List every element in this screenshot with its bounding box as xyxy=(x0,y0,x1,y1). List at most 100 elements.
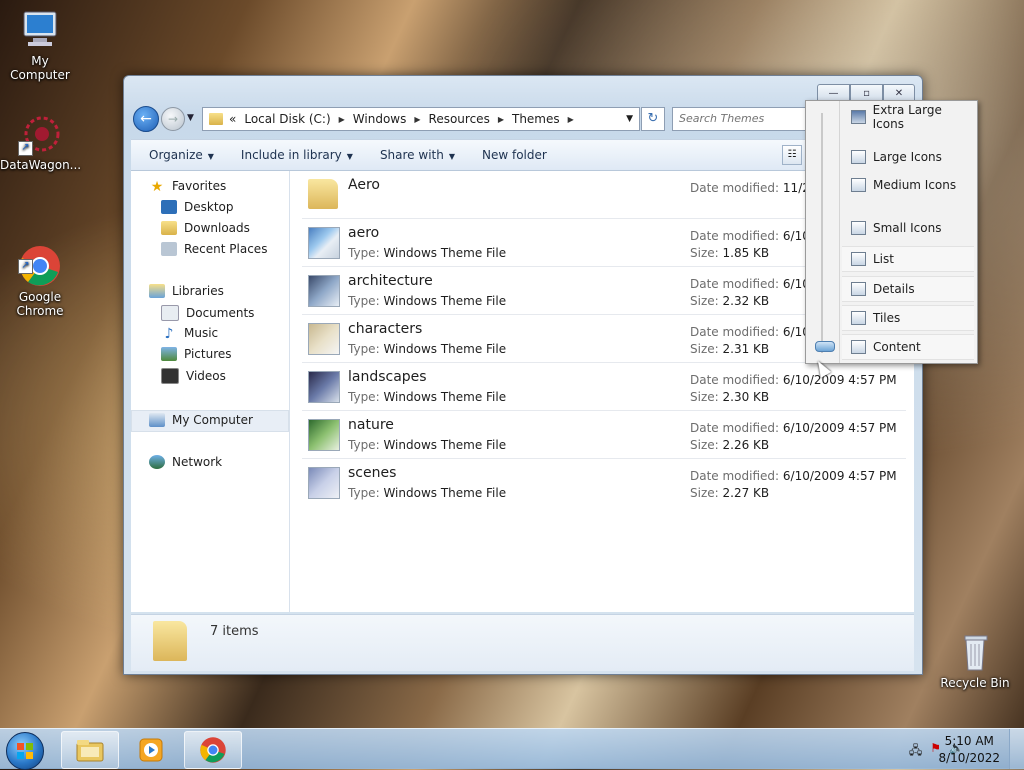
breadcrumb-local-disk[interactable]: Local Disk (C:) xyxy=(244,112,330,126)
breadcrumb-resources[interactable]: Resources xyxy=(429,112,490,126)
back-button[interactable]: ← xyxy=(133,106,159,132)
libraries-icon xyxy=(149,284,165,298)
new-folder-button[interactable]: New folder xyxy=(473,148,556,162)
file-size: Size: 2.26 KB xyxy=(690,438,769,452)
nav-music[interactable]: ♪ Music xyxy=(161,326,219,342)
address-bar[interactable]: « Local Disk (C:) ▶ Windows ▶ Resources … xyxy=(202,107,640,131)
nav-my-computer[interactable]: My Computer xyxy=(149,413,253,427)
desktop-icon-my-computer[interactable]: My Computer xyxy=(0,8,80,82)
search-input[interactable] xyxy=(673,108,815,128)
nav-videos[interactable]: Videos xyxy=(161,368,226,384)
file-row-scenes[interactable]: scenes Type: Windows Theme File Date mod… xyxy=(302,459,906,506)
size-value: 2.31 KB xyxy=(722,342,770,356)
nav-libraries[interactable]: Libraries xyxy=(149,284,224,298)
taskbar: 🖧 ⚑ 🔈 5:10 AM 8/10/2022 xyxy=(0,728,1024,770)
file-date: Date modified: 6/10/2 xyxy=(690,277,822,291)
date-value: 6/10/2009 4:57 PM xyxy=(782,469,897,483)
datawagon-icon: ↗ xyxy=(18,112,62,156)
nav-recent-places[interactable]: Recent Places xyxy=(161,242,267,256)
theme-file-icon xyxy=(308,275,340,307)
breadcrumb-windows[interactable]: Windows xyxy=(353,112,407,126)
search-box[interactable] xyxy=(672,107,815,131)
file-type: Type: Windows Theme File xyxy=(348,438,506,452)
forward-button[interactable]: → xyxy=(161,107,185,131)
network-tray-icon[interactable]: 🖧 xyxy=(909,741,922,762)
windows-logo-icon xyxy=(17,743,33,759)
desktop-icon-google-chrome[interactable]: ↗ Google Chrome xyxy=(0,216,80,332)
view-extra-large-icons[interactable]: Extra Large Icons xyxy=(842,103,974,131)
view-large-icons[interactable]: Large Icons xyxy=(842,145,974,169)
view-content[interactable]: Content xyxy=(842,334,974,360)
size-label: Size: xyxy=(690,486,719,500)
refresh-button[interactable]: ↻ xyxy=(641,107,665,131)
menu-item-label: Details xyxy=(873,282,915,296)
date-label: Date modified: xyxy=(690,325,780,339)
nav-desktop[interactable]: Desktop xyxy=(161,200,234,214)
date-label: Date modified: xyxy=(690,373,780,387)
address-dropdown-icon[interactable]: ▼ xyxy=(626,114,633,124)
address-overflow[interactable]: « xyxy=(229,112,236,126)
nav-network[interactable]: Network xyxy=(149,455,222,469)
menu-item-label: Tiles xyxy=(873,311,901,325)
type-label: Type: xyxy=(348,294,380,308)
recent-pages-dropdown[interactable]: ▼ xyxy=(187,113,194,123)
nav-documents[interactable]: Documents xyxy=(161,305,254,321)
chrome-icon xyxy=(200,737,226,763)
nav-pictures[interactable]: Pictures xyxy=(161,347,232,361)
file-row-nature[interactable]: nature Type: Windows Theme File Date mod… xyxy=(302,411,906,459)
start-button[interactable] xyxy=(6,732,44,770)
nav-label: Desktop xyxy=(184,200,234,214)
change-view-button[interactable]: ☷ xyxy=(782,145,802,165)
breadcrumb-separator-icon[interactable]: ▶ xyxy=(414,115,420,124)
clock[interactable]: 5:10 AM 8/10/2022 xyxy=(938,733,1000,767)
share-with-menu[interactable]: Share with ▼ xyxy=(371,148,464,162)
menu-divider xyxy=(839,101,840,363)
tiles-icon xyxy=(851,311,866,325)
date-label: Date modified: xyxy=(690,421,780,435)
nav-label: Recent Places xyxy=(184,242,268,256)
breadcrumb-separator-icon[interactable]: ▶ xyxy=(568,115,574,124)
show-desktop-button[interactable] xyxy=(1009,729,1024,769)
nav-label: Favorites xyxy=(172,179,227,193)
nav-favorites[interactable]: ★ Favorites xyxy=(149,179,227,195)
nav-label: My Computer xyxy=(172,413,253,427)
nav-label: Videos xyxy=(186,369,226,383)
large-icons-icon xyxy=(851,150,866,164)
theme-file-icon xyxy=(308,371,340,403)
clock-time: 5:10 AM xyxy=(944,734,994,748)
desktop-icon-recycle-bin[interactable]: Recycle Bin xyxy=(935,630,1015,690)
breadcrumb-separator-icon[interactable]: ▶ xyxy=(339,115,345,124)
type-value: Windows Theme File xyxy=(383,342,507,356)
desktop-icon-label: DataWagon... xyxy=(0,158,82,172)
breadcrumb-separator-icon[interactable]: ▶ xyxy=(498,115,504,124)
nav-label: Libraries xyxy=(172,284,224,298)
organize-menu[interactable]: Organize ▼ xyxy=(140,148,223,162)
file-name: nature xyxy=(348,417,394,433)
chevron-down-icon: ▼ xyxy=(448,152,455,161)
view-list[interactable]: List xyxy=(842,246,974,272)
taskbar-chrome-button[interactable] xyxy=(184,731,242,769)
size-value: 2.27 KB xyxy=(722,486,770,500)
medium-icons-icon xyxy=(851,178,866,192)
nav-downloads[interactable]: Downloads xyxy=(161,221,250,235)
network-icon xyxy=(149,455,165,469)
star-icon: ★ xyxy=(150,179,164,195)
include-in-library-menu[interactable]: Include in library ▼ xyxy=(232,148,362,162)
explorer-window[interactable]: — ▫ ✕ ← → ▼ « Local Disk (C:) ▶ Windows … xyxy=(123,75,923,675)
taskbar-explorer-button[interactable] xyxy=(61,731,119,769)
include-label: Include in library xyxy=(240,148,342,162)
view-slider-thumb[interactable] xyxy=(815,341,835,352)
view-details[interactable]: Details xyxy=(842,276,974,302)
view-slider-track[interactable] xyxy=(821,113,823,353)
view-medium-icons[interactable]: Medium Icons xyxy=(842,173,974,197)
view-tiles[interactable]: Tiles xyxy=(842,305,974,331)
breadcrumb-themes[interactable]: Themes xyxy=(512,112,560,126)
file-date: Date modified: 6/10/2 xyxy=(690,229,822,243)
view-icon: ☷ xyxy=(787,149,797,160)
menu-item-label: List xyxy=(873,252,894,266)
file-type: Type: Windows Theme File xyxy=(348,486,506,500)
type-label: Type: xyxy=(348,486,380,500)
view-small-icons[interactable]: Small Icons xyxy=(842,216,974,240)
taskbar-media-player-button[interactable] xyxy=(122,731,180,769)
desktop-icon-datawagon[interactable]: ↗ DataWagon... xyxy=(0,112,82,172)
